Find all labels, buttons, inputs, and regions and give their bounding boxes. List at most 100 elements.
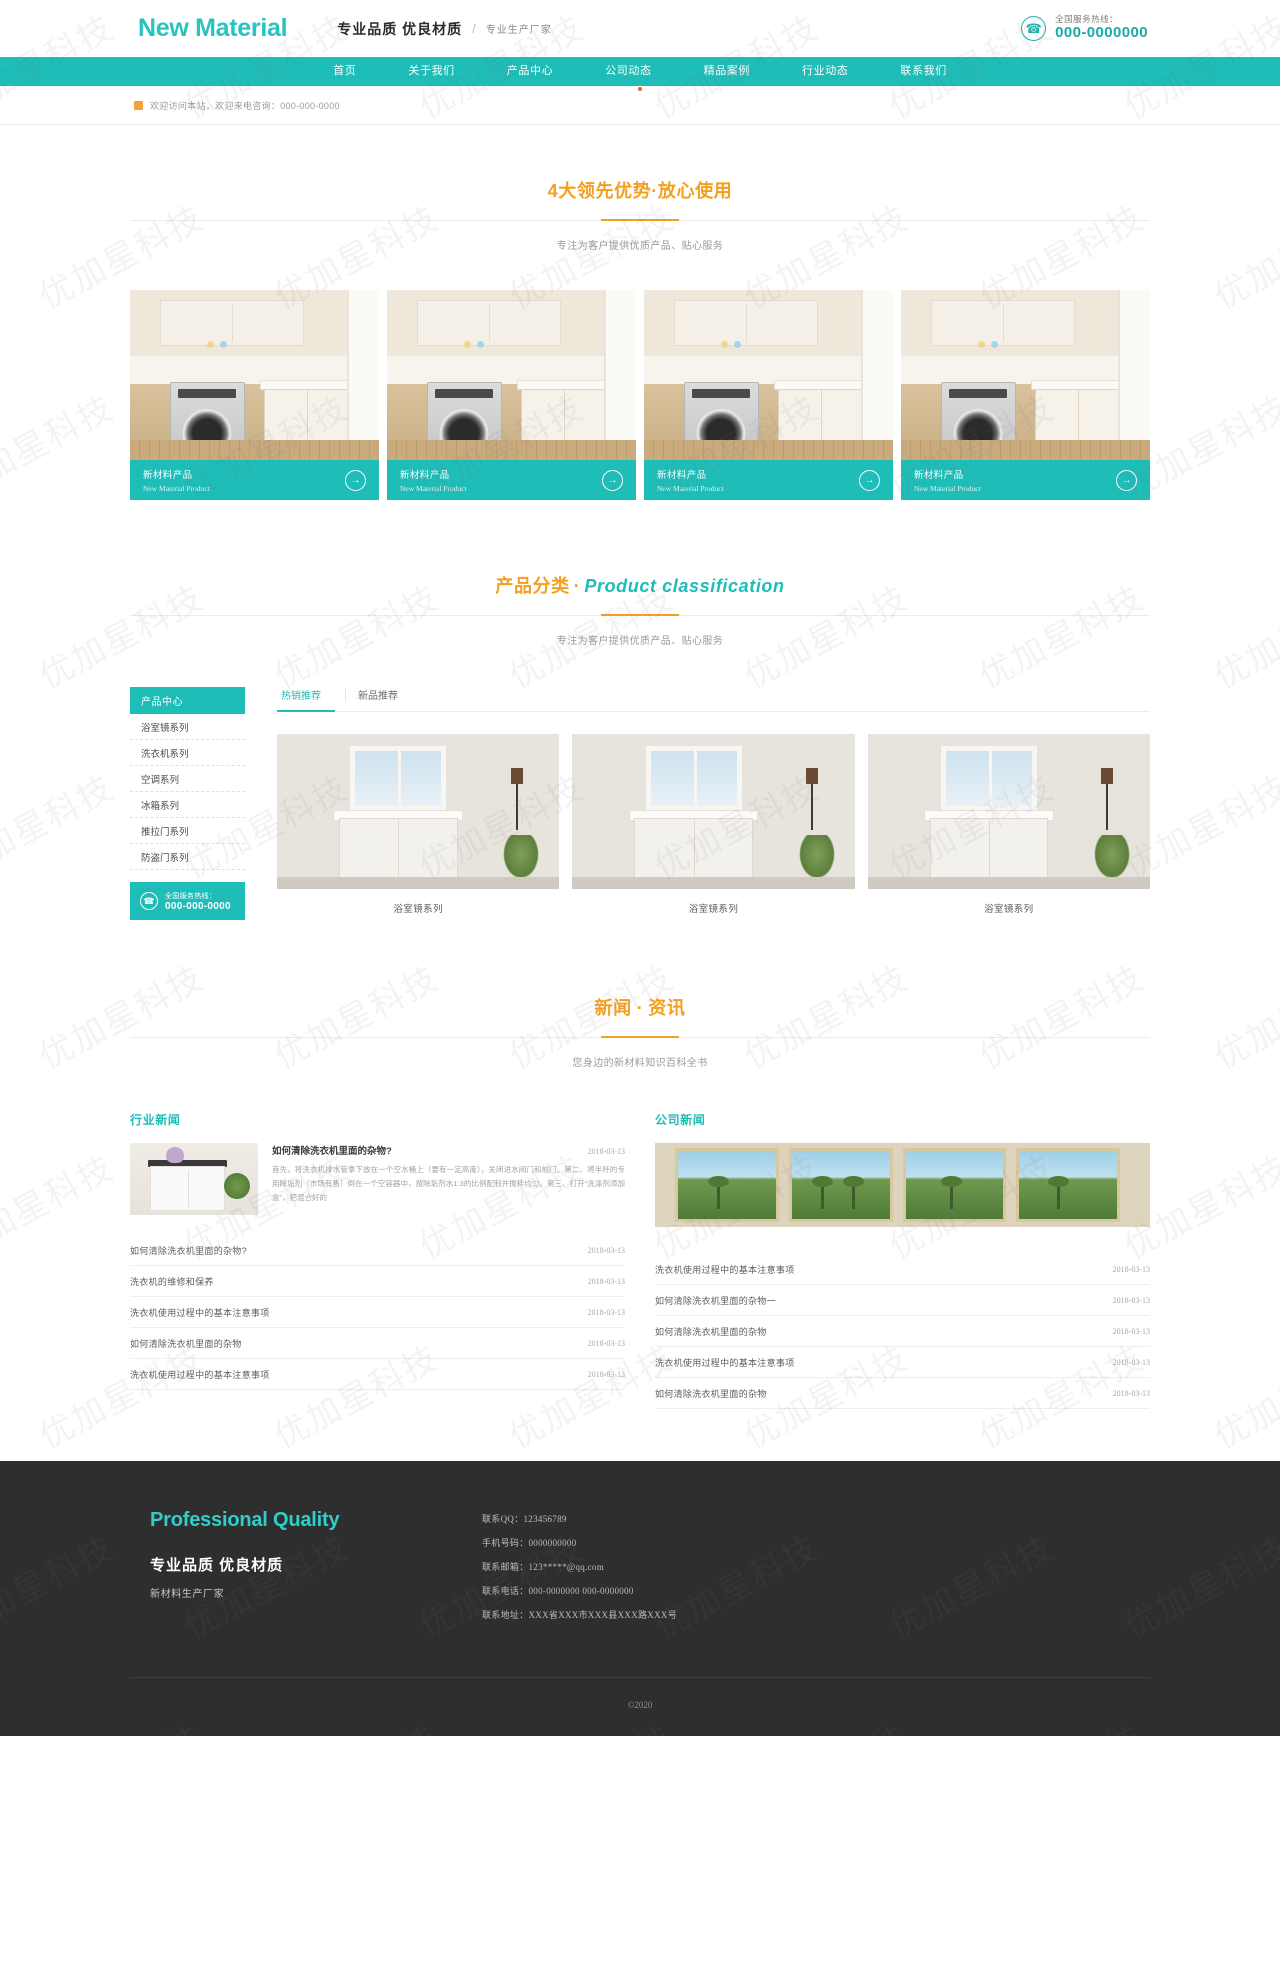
advantages-subtitle: 专注为客户提供优质产品、贴心服务 xyxy=(556,241,724,252)
news-list-item[interactable]: 如何清除洗衣机里面的杂物一 2018-03-13 xyxy=(655,1285,1150,1316)
classification-heading: 产品分类 · Product classification 专注为客户提供优质产品、… xyxy=(130,572,1150,647)
advantage-card[interactable]: 新材料产品 New Material Product → xyxy=(901,290,1150,500)
news-item-title[interactable]: 洗衣机使用过程中的基本注意事项 xyxy=(130,1306,270,1319)
industry-news-column: 行业新闻 如何清除洗衣机里面的杂物? 2018-03-13 首先，将洗衣机排水管… xyxy=(130,1111,625,1409)
tab-1[interactable]: 热销推荐 xyxy=(277,687,337,712)
arrow-right-icon[interactable]: → xyxy=(859,469,880,491)
advantage-card-subtitle: New Material Product xyxy=(400,484,467,493)
news-title-a: 新闻 xyxy=(594,998,632,1018)
slogan-main: 专业品质 优良材质 xyxy=(337,20,463,37)
news-title-dot: · xyxy=(636,998,644,1018)
featured-news-date: 2018-03-13 xyxy=(587,1147,625,1156)
footer-contact-line-1: 联系QQ：123456789 xyxy=(482,1514,567,1524)
news-item-title[interactable]: 洗衣机使用过程中的基本注意事项 xyxy=(130,1368,270,1381)
product-sidebar: 产品中心 浴室镜系列 洗衣机系列 空调系列 冰箱系列 推拉门系列 防盗门系列 ☎ 全国服务… xyxy=(130,687,245,920)
news-list-item[interactable]: 洗衣机使用过程中的基本注意事项 2018-03-13 xyxy=(130,1359,625,1390)
arrow-right-icon[interactable]: → xyxy=(602,469,623,491)
news-item-title[interactable]: 如何清除洗衣机里面的杂物 xyxy=(130,1337,242,1350)
advantage-card-subtitle: New Material Product xyxy=(914,484,981,493)
advantages-section: 4大领先优势·放心使用 专注为客户提供优质产品、贴心服务 新材料产品 New Ma… xyxy=(0,125,1280,500)
sidebar-header: 产品中心 xyxy=(130,687,245,714)
product-card[interactable]: 浴室镜系列 xyxy=(277,734,560,915)
nav-item-6[interactable]: 行业动态 xyxy=(776,57,874,86)
main-nav: 首页 关于我们 产品中心 公司动态 精品案例 行业动态 联系我们 xyxy=(0,57,1280,91)
header-slogan: 专业品质 优良材质 / 专业生产厂家 xyxy=(337,19,552,39)
product-card[interactable]: 浴室镜系列 xyxy=(572,734,855,915)
featured-news-image xyxy=(130,1143,258,1215)
news-list-item[interactable]: 如何清除洗衣机里面的杂物 2018-03-13 xyxy=(655,1316,1150,1347)
sidebar-item-5[interactable]: 推拉门系列 xyxy=(130,818,245,844)
news-title-b: 资讯 xyxy=(648,998,686,1018)
news-item-title[interactable]: 如何清除洗衣机里面的杂物 xyxy=(655,1325,767,1338)
site-footer: Professional Quality 专业品质 优良材质 新材料生产厂家 联… xyxy=(0,1461,1280,1736)
news-list-item[interactable]: 洗衣机使用过程中的基本注意事项 2018-03-13 xyxy=(130,1297,625,1328)
nav-item-3[interactable]: 产品中心 xyxy=(481,57,579,86)
featured-news-item[interactable]: 如何清除洗衣机里面的杂物? 2018-03-13 首先，将洗衣机排水管拿下放在一… xyxy=(130,1143,625,1215)
advantage-card-title: 新材料产品 xyxy=(143,470,193,481)
news-item-date: 2018-03-13 xyxy=(587,1276,625,1286)
advantages-heading: 4大领先优势·放心使用 专注为客户提供优质产品、贴心服务 xyxy=(130,177,1150,252)
arrow-right-icon[interactable]: → xyxy=(1116,469,1137,491)
news-item-date: 2018-03-13 xyxy=(587,1307,625,1317)
advantage-card-caption: 新材料产品 New Material Product → xyxy=(130,460,379,500)
news-item-title[interactable]: 如何清除洗衣机里面的杂物一 xyxy=(655,1294,776,1307)
sidebar-item-4[interactable]: 冰箱系列 xyxy=(130,792,245,818)
megaphone-icon xyxy=(134,101,143,110)
news-item-date: 2018-03-13 xyxy=(1112,1357,1150,1367)
nav-item-1[interactable]: 首页 xyxy=(307,57,382,86)
news-list-item[interactable]: 洗衣机使用过程中的基本注意事项 2018-03-13 xyxy=(655,1254,1150,1285)
notice-text: 欢迎访问本站，欢迎来电咨询：000-000-0000 xyxy=(150,101,340,111)
news-item-title[interactable]: 洗衣机使用过程中的基本注意事项 xyxy=(655,1356,795,1369)
news-list-item[interactable]: 如何清除洗衣机里面的杂物 2018-03-13 xyxy=(130,1328,625,1359)
copyright-text: ©2020 xyxy=(627,1700,653,1710)
footer-brand: Professional Quality 专业品质 优良材质 新材料生产厂家 xyxy=(130,1509,430,1635)
advantages-title-dot: · xyxy=(651,181,658,201)
header-hotline: ☎ 全国服务热线： 000-0000000 xyxy=(1021,14,1148,43)
hotline-label: 全国服务热线： xyxy=(1055,13,1119,24)
nav-item-7[interactable]: 联系我们 xyxy=(874,57,972,86)
news-list-item[interactable]: 如何清除洗衣机里面的杂物? 2018-03-13 xyxy=(130,1235,625,1266)
news-section: 新闻 · 资讯 您身边的新材料知识百科全书 行业新闻 如何清除洗衣机里面的杂物?… xyxy=(0,920,1280,1409)
news-list-item[interactable]: 洗衣机的维修和保养 2018-03-13 xyxy=(130,1266,625,1297)
sidebar-hotline: ☎ 全国服务热线： 000-000-0000 xyxy=(130,882,245,920)
advantage-card-caption: 新材料产品 New Material Product → xyxy=(644,460,893,500)
tab-2[interactable]: 新品推荐 xyxy=(354,687,414,711)
slogan-sub: 专业生产厂家 xyxy=(485,25,552,36)
advantages-title-main: 4大领先优势 xyxy=(547,181,652,201)
footer-contact-line-3: 联系邮箱：123*****@qq.com xyxy=(482,1562,605,1572)
phone-icon: ☎ xyxy=(1021,16,1047,41)
news-item-title[interactable]: 如何清除洗衣机里面的杂物 xyxy=(655,1387,767,1400)
advantage-card[interactable]: 新材料产品 New Material Product → xyxy=(387,290,636,500)
news-item-title[interactable]: 洗衣机使用过程中的基本注意事项 xyxy=(655,1263,795,1276)
company-news-banner-image xyxy=(655,1143,1150,1227)
featured-news-title[interactable]: 如何清除洗衣机里面的杂物? xyxy=(272,1143,392,1157)
product-card-row: 浴室镜系列 浴室镜系列 浴室镜系列 xyxy=(277,734,1150,915)
news-list-item[interactable]: 如何清除洗衣机里面的杂物 2018-03-13 xyxy=(655,1378,1150,1409)
nav-item-4[interactable]: 公司动态 xyxy=(579,57,677,86)
site-logo[interactable]: New Material xyxy=(138,14,288,43)
nav-item-2[interactable]: 关于我们 xyxy=(382,57,480,86)
company-news-list: 洗衣机使用过程中的基本注意事项 2018-03-13 如何清除洗衣机里面的杂物一 20… xyxy=(655,1254,1150,1409)
sidebar-item-3[interactable]: 空调系列 xyxy=(130,766,245,792)
product-card[interactable]: 浴室镜系列 xyxy=(867,734,1150,915)
footer-contact-list: 联系QQ：123456789 手机号码：0000000000 联系邮箱：123***… xyxy=(430,1509,1150,1635)
arrow-right-icon[interactable]: → xyxy=(345,469,366,491)
news-list-item[interactable]: 洗衣机使用过程中的基本注意事项 2018-03-13 xyxy=(655,1347,1150,1378)
advantage-card[interactable]: 新材料产品 New Material Product → xyxy=(130,290,379,500)
heading-rule xyxy=(130,220,1150,221)
nav-item-5[interactable]: 精品案例 xyxy=(678,57,776,86)
advantage-card-caption: 新材料产品 New Material Product → xyxy=(901,460,1150,500)
advantage-card-subtitle: New Material Product xyxy=(143,484,210,493)
sidebar-item-6[interactable]: 防盗门系列 xyxy=(130,844,245,870)
footer-en-title: Professional Quality xyxy=(150,1509,340,1531)
news-item-date: 2018-03-13 xyxy=(1112,1326,1150,1336)
news-item-title[interactable]: 如何清除洗衣机里面的杂物? xyxy=(130,1244,247,1257)
sidebar-item-2[interactable]: 洗衣机系列 xyxy=(130,740,245,766)
sidebar-hotline-number: 000-000-0000 xyxy=(165,900,231,912)
advantage-card[interactable]: 新材料产品 New Material Product → xyxy=(644,290,893,500)
news-item-title[interactable]: 洗衣机的维修和保养 xyxy=(130,1275,214,1288)
advantage-card-image xyxy=(130,290,379,460)
news-item-date: 2018-03-13 xyxy=(1112,1388,1150,1398)
sidebar-item-1[interactable]: 浴室镜系列 xyxy=(130,714,245,740)
notice-bar: 欢迎访问本站，欢迎来电咨询：000-000-0000 xyxy=(0,86,1280,125)
